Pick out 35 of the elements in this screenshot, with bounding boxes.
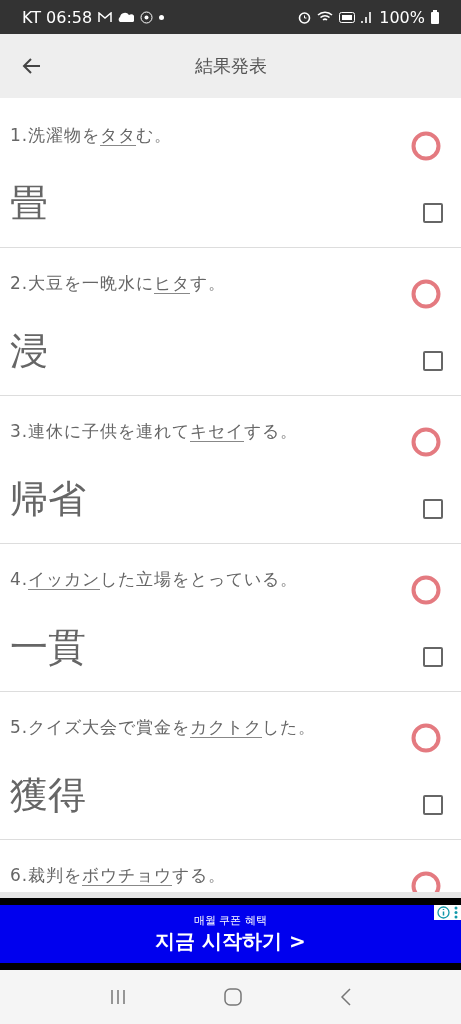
alarm-icon <box>298 10 312 24</box>
question-text: 2.大豆を一晩水に ヒタす。 <box>10 272 227 295</box>
checkbox[interactable] <box>423 499 443 519</box>
recents-button[interactable] <box>108 988 127 1006</box>
checkbox[interactable] <box>423 351 443 371</box>
question-text: 4.イッカン した立場をとっている。 <box>10 568 299 591</box>
answer-text: 帰省 <box>10 476 86 523</box>
ad-headline: 지금 시작하기 > <box>155 928 306 955</box>
back-nav-button[interactable] <box>340 988 353 1006</box>
mail-icon <box>98 11 113 23</box>
checkbox[interactable] <box>423 203 443 223</box>
battery-percent: 100% <box>379 7 425 27</box>
cloud-icon <box>118 12 135 22</box>
battery-icon <box>431 10 439 24</box>
checkbox[interactable] <box>423 795 443 815</box>
more-icon[interactable] <box>454 906 458 919</box>
question-text: 1.洗濯物を タタ む。 <box>10 124 173 147</box>
answer-text: 浸 <box>10 328 48 375</box>
ad-subtitle: 매월 쿠폰 혜택 <box>194 913 267 928</box>
home-button[interactable] <box>224 988 243 1006</box>
answer-text: 一貫 <box>10 624 86 671</box>
ad-banner[interactable]: 매월 쿠폰 혜택 지금 시작하기 > <box>0 905 461 963</box>
screen-title: 結果発表 <box>193 54 268 78</box>
question-text: 5.クイズ大会で賞金を カクトク した。 <box>10 716 317 739</box>
dot-icon <box>159 14 165 20</box>
answer-text: 畳 <box>10 180 48 227</box>
question-text: 6.裁判を ボウチョウする。 <box>10 864 227 887</box>
record-icon <box>140 10 154 24</box>
checkbox[interactable] <box>423 647 443 667</box>
carrier-time: KT 06:58 <box>22 7 93 27</box>
signal-icon <box>361 11 374 23</box>
question-text: 3.連休に子供を連れて キセイする。 <box>10 420 299 443</box>
wifi-icon <box>317 11 334 23</box>
info-icon[interactable] <box>437 906 450 919</box>
answer-text: 獲得 <box>10 772 86 819</box>
